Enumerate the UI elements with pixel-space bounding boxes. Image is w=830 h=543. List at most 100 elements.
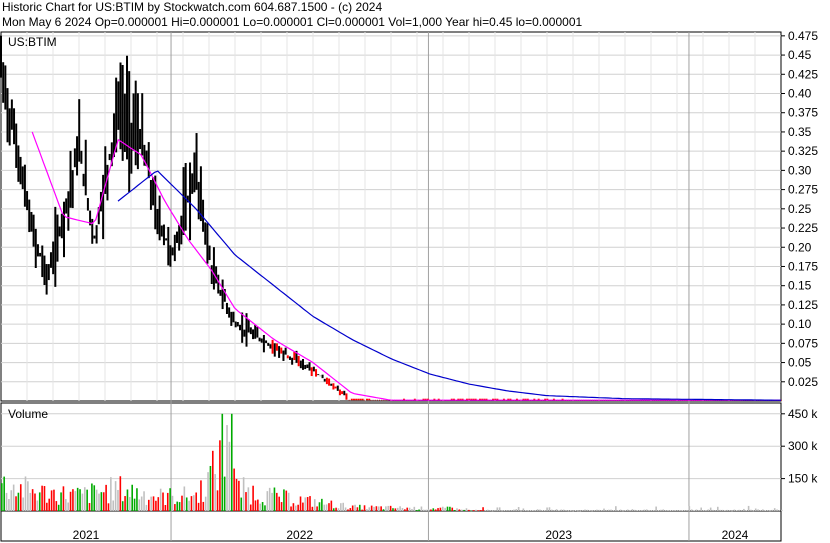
volume-bar [539,509,541,511]
volume-bar [446,506,449,511]
price-panel-title: US:BTIM [8,35,57,49]
volume-bar [356,507,359,511]
volume-bar [709,507,712,511]
volume-bar [560,509,563,511]
volume-bar [612,510,615,511]
volume-bar [67,502,69,511]
price-tick-label: 0.175 [788,259,818,273]
volume-bar [152,496,155,511]
volume-bar [683,510,686,511]
volume-bar [266,491,269,511]
volume-bar [183,486,186,511]
volume-bar [294,505,297,511]
volume-bar [636,510,638,511]
volume-bar [735,510,738,511]
volume-bar [463,509,465,511]
volume-bar [29,492,32,511]
x-axis-year-label: 2024 [722,528,749,542]
volume-bar [517,506,520,511]
volume-bar [370,505,373,511]
volume-bar [102,492,105,511]
volume-bar [676,510,679,511]
volume-bar [131,484,133,511]
volume-bar [166,492,169,511]
volume-bar [603,508,605,511]
price-tick-label: 0.40 [788,87,812,101]
volume-bar [660,509,662,511]
volume-panel-title: Volume [8,407,48,421]
volume-bar [430,509,432,511]
volume-bar [553,510,556,511]
volume-bar [204,496,207,511]
volume-bar [477,510,480,511]
volume-bar [615,506,617,511]
volume-bar [470,510,473,512]
volume-bar [494,510,496,511]
volume-bar [195,492,198,511]
x-axis-year-label: 2023 [545,528,572,542]
volume-bar [693,510,695,511]
volume-bar [332,508,335,511]
price-tick-label: 0.15 [788,279,812,293]
volume-bar [444,507,446,511]
volume-bar [482,507,484,511]
volume-bar [181,495,183,511]
volume-bar [733,509,736,511]
volume-bar [342,502,344,511]
volume-bar [619,509,622,511]
volume-bar [347,509,349,511]
volume-bar [738,509,740,511]
volume-bar [759,510,762,511]
volume-bar [233,468,235,511]
volume-bar [731,510,733,512]
volume-bar [268,487,271,511]
volume-bar [427,509,430,511]
volume-bar [641,510,643,511]
volume-bar [754,508,757,511]
volume-bar [330,500,333,511]
volume-bar [702,510,705,511]
volume-bar [62,486,65,511]
volume-bar [510,510,513,511]
volume-bar [394,508,397,511]
volume-bar [536,509,539,511]
volume-bar [721,509,724,511]
volume-bar [27,481,29,511]
volume-bar [38,492,41,511]
volume-bar [178,502,181,511]
volume-y-ticks: 450 k 300 k 150 k [781,407,818,486]
volume-bar [745,510,748,511]
volume-bar [287,492,290,511]
volume-bar [487,509,489,511]
volume-bar [114,481,117,511]
volume-bar [698,509,700,511]
volume-bar [657,510,660,512]
volume-bar [456,508,458,511]
volume-bar [259,503,262,511]
volume-bar [574,510,577,512]
volume-bar [143,491,145,511]
volume-bar [420,506,423,511]
volume-bar [252,485,254,511]
volume-bar [543,510,546,511]
volume-bar [406,507,409,511]
volume-bar [776,509,778,511]
volume-bar [558,510,560,511]
volume-bar [19,484,22,511]
volume-bar [193,495,195,511]
volume-bar [83,487,86,511]
volume-bar [171,495,174,511]
volume-bar [110,477,112,511]
volume-bar [349,508,352,511]
volume-bar [752,510,755,512]
volume-bar [781,509,783,511]
volume-bar [617,510,620,511]
price-tick-label: 0.275 [788,183,818,197]
volume-bar [373,506,375,511]
volume-bar [441,506,444,511]
price-tick-label: 0.35 [788,125,812,139]
volume-bar [100,492,103,511]
volume-bar [468,509,470,511]
volume-bar [413,506,416,511]
volume-bar [309,496,311,511]
